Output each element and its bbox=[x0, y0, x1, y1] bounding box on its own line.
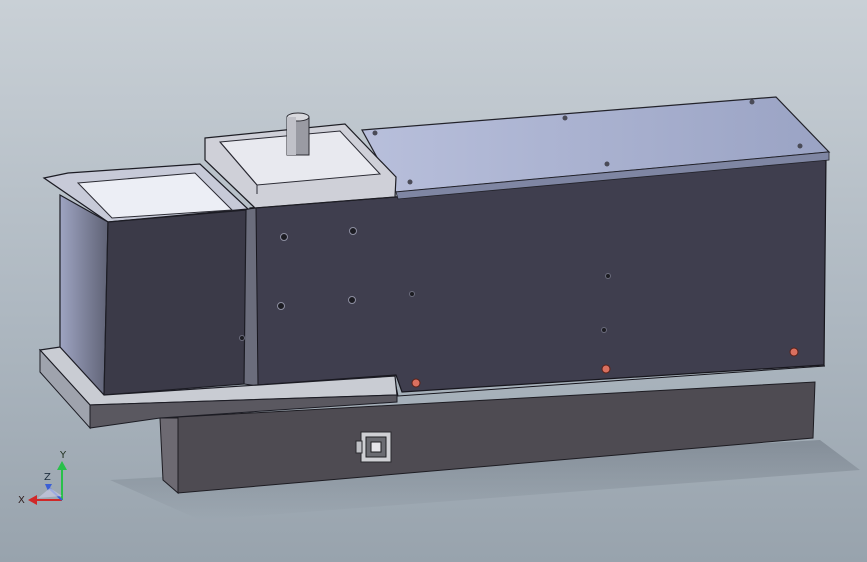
left-hopper[interactable] bbox=[42, 163, 250, 397]
cad-model-canvas[interactable]: Y Z X bbox=[0, 0, 867, 562]
view-triad[interactable]: Y Z X bbox=[18, 450, 67, 506]
triad-y-label: Y bbox=[59, 450, 67, 461]
cad-viewport[interactable]: Y Z X bbox=[0, 0, 867, 562]
triad-x-label: X bbox=[18, 495, 25, 506]
shaft-icon[interactable] bbox=[286, 112, 310, 156]
connector-port-icon[interactable] bbox=[355, 431, 392, 463]
triad-z-label: Z bbox=[44, 472, 51, 483]
